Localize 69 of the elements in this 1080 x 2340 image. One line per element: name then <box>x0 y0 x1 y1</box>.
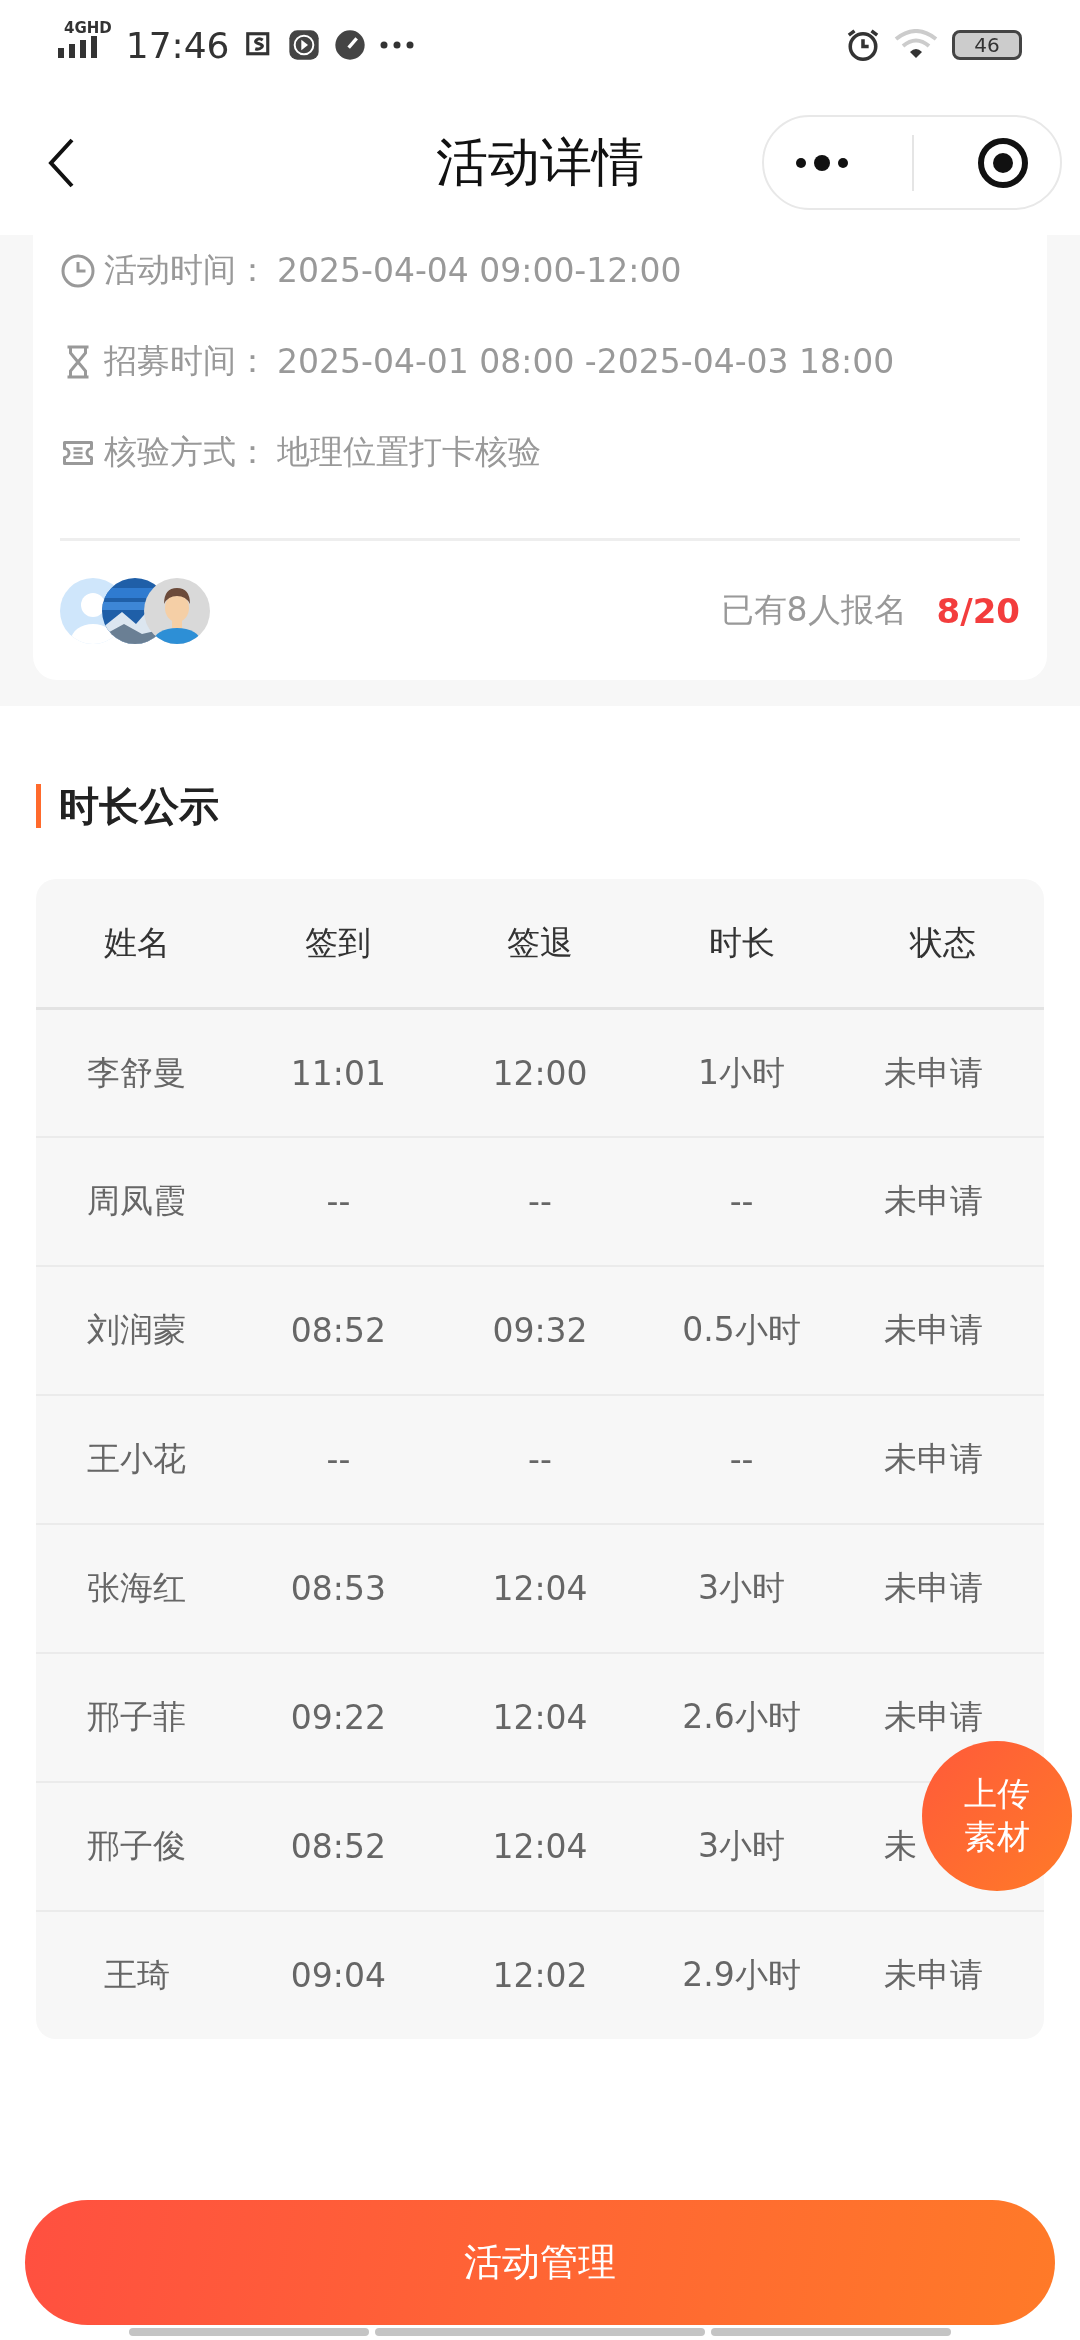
table-cell-text: 未申请 <box>884 1051 984 1094</box>
speedometer-icon <box>333 29 366 61</box>
activity-manage-button[interactable]: 活动管理 <box>25 2200 1055 2325</box>
table-cell-text: 王小花 <box>87 1438 187 1480</box>
table-cell-text: 邢子菲 <box>87 1696 187 1738</box>
column-header: 时长 <box>707 921 776 964</box>
more-icon[interactable] <box>795 153 850 172</box>
page-title: 活动详情 <box>436 130 644 194</box>
info-label: 活动时间： <box>104 249 269 291</box>
table-cell: -- <box>528 1440 552 1479</box>
signup-count: 8/20 <box>936 590 1020 631</box>
column-header: 状态 <box>908 921 978 964</box>
table-cell: 12:02 <box>492 1956 588 1995</box>
table-cell-text: 李舒曼 <box>87 1051 187 1094</box>
status-time: 17:46 <box>125 24 230 66</box>
table-cell-text: 3小时 <box>698 1567 786 1609</box>
wifi-icon <box>894 29 938 61</box>
table-cell-text: 0.5小时 <box>682 1309 801 1351</box>
network-label: 4GHD <box>64 20 112 36</box>
more-icon <box>379 41 414 49</box>
info-value: 2025-04-01 08:00 -2025-04-03 18:00 <box>277 342 895 381</box>
play-icon <box>287 29 320 61</box>
table-cell: -- <box>729 1182 754 1221</box>
table-cell-text: 未 <box>884 1825 918 1867</box>
signup-text: 已有8人报名 <box>720 589 907 631</box>
table-cell-text: 未申请 <box>884 1696 984 1738</box>
table-cell-text: 3小时 <box>698 1825 786 1867</box>
table-cell-text: 2.9小时 <box>682 1954 801 1996</box>
table-cell: -- <box>528 1182 552 1221</box>
table-cell: 09:32 <box>492 1311 588 1350</box>
table-cell-text: 王琦 <box>103 1954 170 1996</box>
table-cell: -- <box>729 1440 754 1479</box>
table-cell-text: 未申请 <box>884 1567 984 1609</box>
info-label: 招募时间： <box>104 340 269 382</box>
table-cell: 12:04 <box>492 1698 588 1737</box>
section-marker <box>36 784 41 828</box>
clock-icon <box>60 252 96 289</box>
table-cell-text: 周凤霞 <box>87 1180 187 1222</box>
table-cell: -- <box>326 1440 351 1479</box>
info-label: 核验方式： <box>104 431 269 473</box>
alarm-icon <box>846 28 880 62</box>
table-cell: 12:04 <box>492 1827 588 1866</box>
column-header: 签退 <box>506 921 574 964</box>
info-value: 2025-04-04 09:00-12:00 <box>277 251 682 290</box>
table-cell-text: 邢子俊 <box>87 1825 187 1867</box>
table-cell: 12:00 <box>492 1053 588 1093</box>
table-cell: 09:04 <box>290 1956 386 1995</box>
table-cell-text: 未申请 <box>884 1180 984 1222</box>
battery-indicator: 46 <box>952 30 1022 60</box>
column-header: 签到 <box>304 921 373 964</box>
table-cell-text: 未申请 <box>884 1954 984 1996</box>
table-cell: 11:01 <box>290 1053 386 1093</box>
section-title: 时长公示 <box>59 781 219 831</box>
table-cell: 12:04 <box>492 1569 588 1608</box>
table-cell: 08:52 <box>290 1311 386 1350</box>
table-cell-text: 2.6小时 <box>682 1696 801 1738</box>
column-header: 姓名 <box>102 921 171 964</box>
table-cell-text: 未申请 <box>884 1309 984 1351</box>
table-cell: -- <box>326 1182 351 1221</box>
table-cell: 08:52 <box>290 1827 386 1866</box>
info-value: 地理位置打卡核验 <box>277 431 541 473</box>
table-cell-text: 刘润蒙 <box>87 1309 187 1351</box>
close-icon[interactable] <box>976 136 1029 189</box>
table-cell: 09:22 <box>290 1698 386 1737</box>
back-icon[interactable] <box>48 137 74 188</box>
table-cell-text: 未申请 <box>884 1438 984 1480</box>
table-cell-text: 1小时 <box>698 1051 786 1094</box>
table-cell: 08:53 <box>290 1569 386 1608</box>
table-cell-text: 张海红 <box>87 1567 187 1609</box>
